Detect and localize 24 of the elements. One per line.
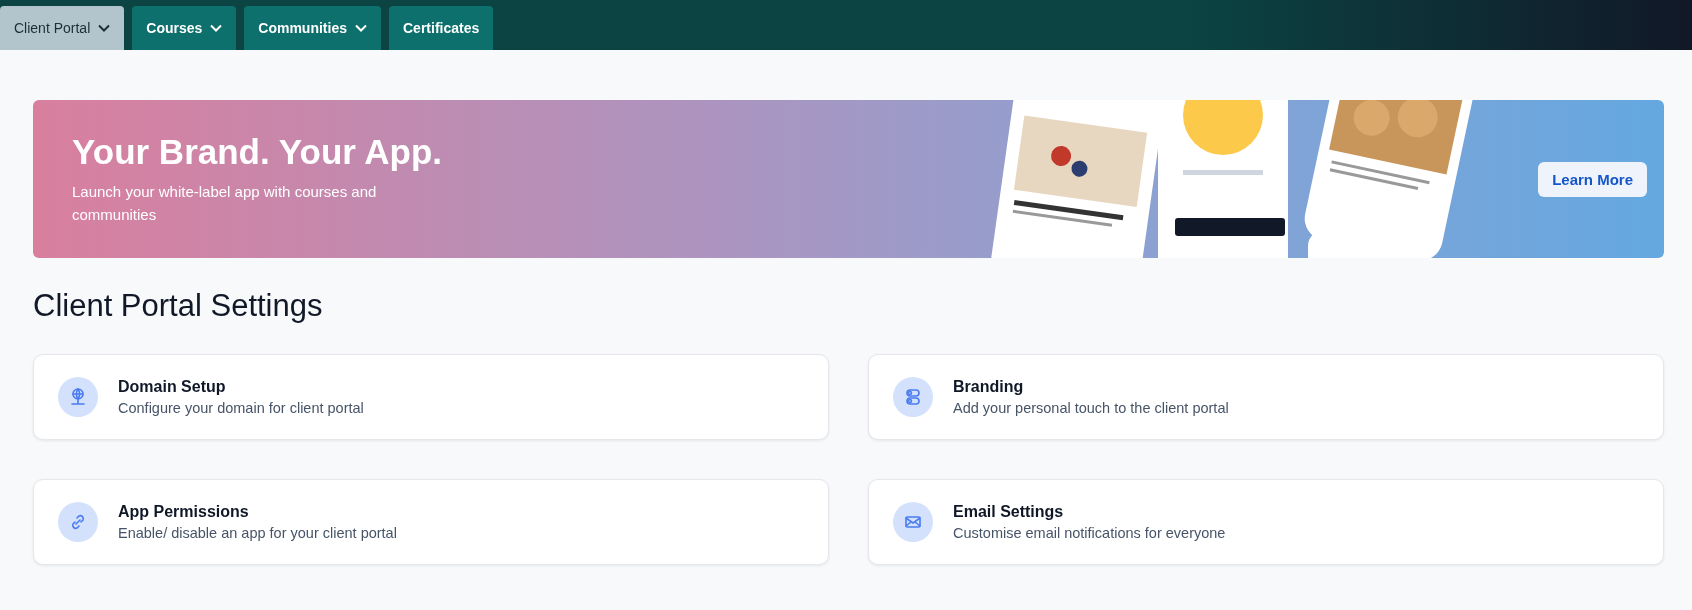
card-title: Branding (953, 378, 1025, 396)
banner-title: Your Brand. Your App. (72, 132, 444, 172)
toggles-icon (893, 377, 933, 417)
banner-subtitle: Launch your white-label app with courses and communities (72, 182, 378, 225)
link-icon (58, 502, 98, 542)
settings-card[interactable]: Branding Add your personal touch to the client portal (868, 354, 1664, 440)
nav-tab[interactable]: Certificates (389, 6, 494, 50)
card-title: Domain Setup (118, 378, 227, 396)
card-description: Customise email notifications for everyone (953, 525, 1226, 541)
nav-tab[interactable]: Client Portal (0, 6, 125, 50)
settings-card[interactable]: App Permissions Enable/ disable an app for your client portal (33, 479, 829, 565)
settings-card[interactable]: Email Settings Customise email notifications for everyone (868, 479, 1664, 565)
mail-icon (893, 502, 933, 542)
nav-tab[interactable]: Communities (244, 6, 381, 50)
card-description: Enable/ disable an app for your client portal (118, 525, 397, 541)
page-heading: Client Portal Settings (33, 288, 324, 324)
card-description: Configure your domain for client portal (118, 400, 364, 416)
settings-card[interactable]: Domain Setup Configure your domain for client portal (33, 354, 829, 440)
nav-tab[interactable]: Courses (132, 6, 237, 50)
learn-more-button[interactable]: Learn More (1538, 161, 1647, 197)
card-description: Add your personal touch to the client portal (953, 400, 1229, 416)
card-title: Email Settings (953, 503, 1065, 521)
card-title: App Permissions (118, 503, 250, 521)
globe-icon (58, 377, 98, 417)
